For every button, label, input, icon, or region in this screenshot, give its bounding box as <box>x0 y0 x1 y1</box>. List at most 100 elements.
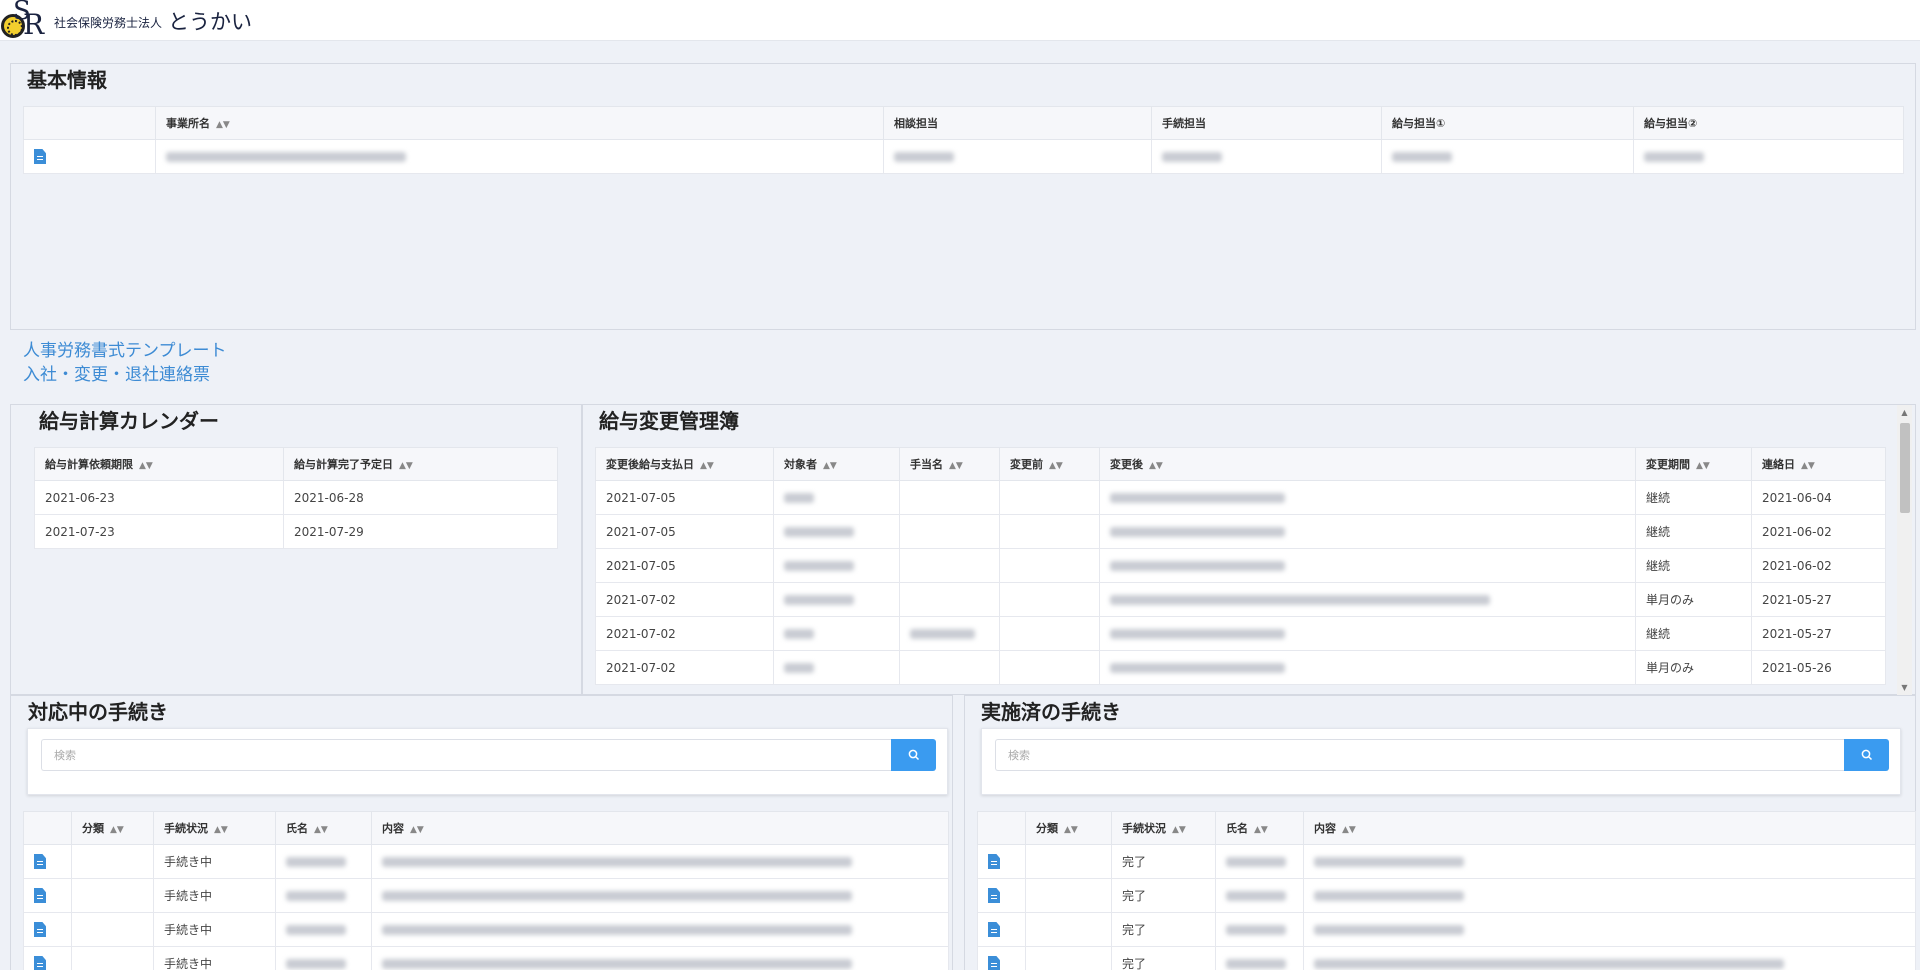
col-header-period[interactable]: 変更期間 ▲▼ <box>1635 447 1752 481</box>
procedure-staff-cell <box>1151 139 1382 174</box>
sort-icon: ▲▼ <box>1342 825 1356 835</box>
table-row: 手続き中 <box>23 878 949 913</box>
scrollbar-thumb[interactable] <box>1900 423 1910 513</box>
completed-panel: 実施済の手続き 分類▲▼ 手続状況▲▼ 氏名▲▼ 内容▲▼ <box>964 695 1916 970</box>
sort-icon: ▲▼ <box>823 461 837 471</box>
payroll-calendar-panel: 給与計算カレンダー 給与計算依頼期限 ▲▼ 給与計算完了予定日 ▲▼ 2021-06… <box>10 404 582 695</box>
link-contact-form[interactable]: 入社・変更・退社連絡票 <box>23 363 227 387</box>
col-header-payroll-staff-2: 給与担当② <box>1633 106 1904 140</box>
sort-icon: ▲▼ <box>314 825 328 835</box>
search-icon <box>1861 749 1872 761</box>
sort-icon: ▲▼ <box>1049 461 1063 471</box>
document-icon[interactable] <box>988 888 1000 903</box>
completed-search-box <box>981 728 1901 795</box>
search-icon <box>908 749 919 761</box>
col-header-content[interactable]: 内容 ▲▼ <box>371 811 949 845</box>
table-row <box>23 139 1904 174</box>
basic-info-table: 事業所名 ▲▼ 相談担当 手続担当 給与担当① 給与担当② <box>23 106 1904 174</box>
scroll-down-arrow-icon[interactable]: ▼ <box>1897 680 1912 695</box>
document-icon[interactable] <box>34 956 46 970</box>
table-row: 2021-07-02 単月のみ 2021-05-27 <box>595 582 1886 617</box>
col-header-status[interactable]: 手続状況 ▲▼ <box>153 811 276 845</box>
sort-icon: ▲▼ <box>216 120 230 130</box>
col-header-before[interactable]: 変更前 ▲▼ <box>999 447 1100 481</box>
sort-icon: ▲▼ <box>139 461 153 471</box>
col-header-blank <box>23 811 72 845</box>
col-header-office-name[interactable]: 事業所名 ▲▼ <box>155 106 884 140</box>
document-icon[interactable] <box>34 854 46 869</box>
table-row: 2021-07-05 継続 2021-06-04 <box>595 480 1886 515</box>
inprogress-search-box <box>27 728 948 795</box>
col-header-allowance[interactable]: 手当名 ▲▼ <box>899 447 1000 481</box>
sort-icon: ▲▼ <box>410 825 424 835</box>
table-row: 2021-07-02 単月のみ 2021-05-26 <box>595 650 1886 685</box>
col-header-consult-staff: 相談担当 <box>883 106 1152 140</box>
sort-icon: ▲▼ <box>1801 461 1815 471</box>
inprogress-panel: 対応中の手続き 分類▲▼ 手続状況▲▼ 氏名▲▼ 内容▲▼ <box>10 695 953 970</box>
table-row: 完了 <box>977 878 1916 913</box>
sort-icon: ▲▼ <box>1149 461 1163 471</box>
inprogress-table: 分類 ▲▼ 手続状況 ▲▼ 氏名 ▲▼ 内容 ▲▼ 手続き中 手続き中 手続き中… <box>23 811 949 970</box>
top-bar: S R 社会保険労務士法人 とうかい <box>0 0 1920 41</box>
col-header-name[interactable]: 氏名 ▲▼ <box>275 811 372 845</box>
sort-icon: ▲▼ <box>214 825 228 835</box>
col-header-after[interactable]: 変更後 ▲▼ <box>1099 447 1636 481</box>
col-header-request-deadline[interactable]: 給与計算依頼期限 ▲▼ <box>34 447 284 481</box>
scroll-up-arrow-icon[interactable]: ▲ <box>1897 405 1912 420</box>
basic-info-panel: 基本情報 事業所名 ▲▼ 相談担当 手続担当 給与担当① 給与担当② <box>10 63 1916 330</box>
col-header-category[interactable]: 分類 ▲▼ <box>71 811 154 845</box>
table-row: 2021-06-23 2021-06-28 <box>34 480 558 515</box>
col-header-status[interactable]: 手続状況 ▲▼ <box>1111 811 1216 845</box>
completed-table: 分類 ▲▼ 手続状況 ▲▼ 氏名 ▲▼ 内容 ▲▼ 完了 完了 完了 完了 <box>977 811 1916 970</box>
document-icon[interactable] <box>34 888 46 903</box>
sort-icon: ▲▼ <box>700 461 714 471</box>
col-header-content[interactable]: 内容 ▲▼ <box>1303 811 1916 845</box>
table-row: 2021-07-05 継続 2021-06-02 <box>595 514 1886 549</box>
vertical-scrollbar[interactable]: ▲ ▼ <box>1897 405 1912 695</box>
document-icon[interactable] <box>988 956 1000 970</box>
table-row: 手続き中 <box>23 946 949 970</box>
inprogress-search-button[interactable] <box>891 739 936 771</box>
basic-info-title: 基本情報 <box>27 68 107 92</box>
col-header-blank <box>23 106 156 140</box>
sort-icon: ▲▼ <box>1064 825 1078 835</box>
salary-change-title: 給与変更管理簿 <box>599 409 739 433</box>
inprogress-search-input[interactable] <box>41 739 891 771</box>
payroll-calendar-table: 給与計算依頼期限 ▲▼ 給与計算完了予定日 ▲▼ 2021-06-23 2021-0… <box>34 447 558 549</box>
col-header-contact-date[interactable]: 連絡日 ▲▼ <box>1751 447 1886 481</box>
template-links: 人事労務書式テンプレート 入社・変更・退社連絡票 <box>23 339 227 387</box>
document-icon[interactable] <box>34 149 46 164</box>
inprogress-title: 対応中の手続き <box>28 700 168 724</box>
table-row: 完了 <box>977 946 1916 970</box>
table-row: 完了 <box>977 844 1916 879</box>
table-row: 2021-07-23 2021-07-29 <box>34 514 558 549</box>
sort-icon: ▲▼ <box>1254 825 1268 835</box>
completed-search-button[interactable] <box>1844 739 1889 771</box>
logo-subtitle: 社会保険労務士法人 <box>54 16 163 30</box>
company-logo[interactable]: S R 社会保険労務士法人 とうかい <box>0 0 252 41</box>
sort-icon: ▲▼ <box>1172 825 1186 835</box>
document-icon[interactable] <box>988 854 1000 869</box>
completed-search-input[interactable] <box>995 739 1844 771</box>
link-hr-templates[interactable]: 人事労務書式テンプレート <box>23 339 227 363</box>
sort-icon: ▲▼ <box>1696 461 1710 471</box>
col-header-payroll-staff-1: 給与担当① <box>1381 106 1634 140</box>
consult-staff-cell <box>883 139 1152 174</box>
salary-change-panel: 給与変更管理簿 変更後給与支払日 ▲▼ 対象者 ▲▼ 手当名 ▲▼ 変更前 ▲▼ 変更後… <box>582 404 1916 695</box>
col-header-complete-date[interactable]: 給与計算完了予定日 ▲▼ <box>283 447 558 481</box>
salary-change-table: 変更後給与支払日 ▲▼ 対象者 ▲▼ 手当名 ▲▼ 変更前 ▲▼ 変更後 ▲▼ 変更期間 ▲… <box>595 447 1886 685</box>
sort-icon: ▲▼ <box>399 461 413 471</box>
document-icon[interactable] <box>34 922 46 937</box>
col-header-category[interactable]: 分類 ▲▼ <box>1025 811 1112 845</box>
sort-icon: ▲▼ <box>110 825 124 835</box>
sr-logo-mark: S R <box>0 0 48 41</box>
col-header-blank <box>977 811 1026 845</box>
col-header-name[interactable]: 氏名 ▲▼ <box>1215 811 1304 845</box>
payroll-staff-1-cell <box>1381 139 1634 174</box>
table-row: 2021-07-05 継続 2021-06-02 <box>595 548 1886 583</box>
document-icon[interactable] <box>988 922 1000 937</box>
col-header-target[interactable]: 対象者 ▲▼ <box>773 447 900 481</box>
table-row: 手続き中 <box>23 912 949 947</box>
col-header-pay-date[interactable]: 変更後給与支払日 ▲▼ <box>595 447 774 481</box>
logo-title: とうかい <box>168 9 253 34</box>
